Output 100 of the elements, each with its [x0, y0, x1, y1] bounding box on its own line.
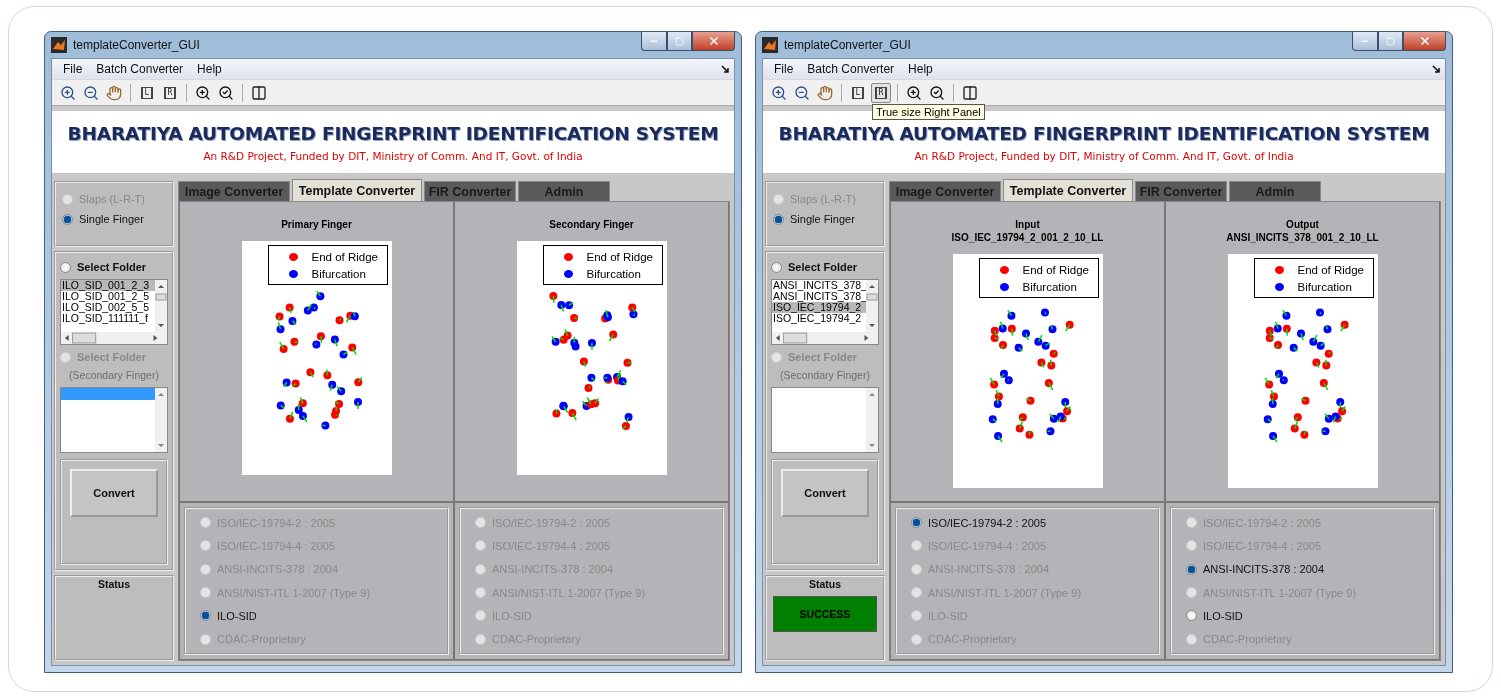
radio-option[interactable]: Single Finger	[773, 213, 877, 225]
dock-arrow-icon[interactable]	[1432, 64, 1441, 74]
scrollbar-drawing[interactable]	[866, 280, 878, 332]
scrollbar-drawing[interactable]	[866, 388, 878, 452]
minutia-point	[602, 373, 611, 382]
radio-option[interactable]: Select Folder	[60, 261, 168, 273]
minutia-point	[1323, 413, 1333, 423]
hand-icon	[817, 84, 833, 101]
minutia-point	[623, 358, 632, 367]
minutia-point	[579, 357, 588, 368]
menu-item[interactable]: File	[56, 62, 90, 76]
file-list[interactable]: ILO_SID_001_2_3 ILO_SID_001_2_5 ILO_SID_002_5_5 ILO_SID_111111_f	[60, 279, 168, 345]
radio-indicator-icon[interactable]	[911, 517, 922, 529]
menu-item[interactable]: Help	[190, 62, 229, 76]
dock-arrow-icon[interactable]	[721, 64, 730, 74]
radio-option[interactable]: ANSI-INCITS-378 : 2004	[1186, 563, 1433, 576]
scrollbar-drawing[interactable]	[155, 388, 167, 452]
convert-button[interactable]: Convert	[781, 469, 869, 517]
radio-option[interactable]: Single Finger	[62, 213, 166, 225]
plot-title: Input	[1015, 218, 1040, 231]
minutia-point	[627, 303, 636, 313]
minutia-point	[1025, 396, 1034, 405]
minutia-point	[1045, 427, 1054, 436]
plot-title: Primary Finger	[281, 218, 352, 231]
true-size-button[interactable]: L	[848, 82, 868, 103]
minimize-button[interactable]	[641, 32, 667, 51]
radio-indicator-icon[interactable]	[1186, 610, 1197, 622]
minutia-point	[558, 335, 568, 344]
maximize-button[interactable]	[667, 32, 692, 51]
radio-indicator-icon[interactable]	[60, 261, 71, 273]
radio-indicator-icon[interactable]	[62, 213, 73, 225]
tab[interactable]: Template Converter	[1003, 179, 1133, 201]
minutia-point	[1036, 358, 1045, 369]
tooltip: True size Right Panel	[872, 103, 985, 120]
minutia-point	[1316, 341, 1325, 350]
minutia-point	[331, 405, 340, 415]
minutia-point	[291, 379, 300, 388]
minutia-point	[282, 378, 291, 388]
true-size-button[interactable]: R	[160, 82, 180, 103]
banner-title: BHARATIYA AUTOMATED FINGERPRINT IDENTIFICATION SYSTEM	[67, 122, 719, 144]
app-logo-icon	[762, 37, 778, 53]
minutia-point	[303, 303, 312, 315]
menu-item[interactable]: Batch Converter	[89, 62, 191, 76]
menu-item[interactable]: Batch Converter	[800, 62, 902, 76]
minutia-point	[276, 401, 285, 410]
minutia-point	[1049, 349, 1058, 358]
minutia-point	[1335, 398, 1344, 410]
file-list-item[interactable]: ILO_SID_001_2_3	[61, 280, 155, 291]
minutia-point	[1319, 378, 1328, 391]
convert-button[interactable]: Convert	[70, 469, 158, 517]
minutia-point	[988, 415, 997, 424]
secondary-file-list[interactable]	[771, 387, 879, 453]
minutia-point	[551, 408, 560, 418]
true-size-button[interactable]: L	[137, 82, 157, 103]
secondary-file-list[interactable]	[60, 387, 168, 453]
minutia-point	[1273, 341, 1282, 350]
minutia-point	[335, 385, 345, 396]
minutia-point	[567, 409, 577, 421]
minutia-point	[311, 340, 320, 349]
plot-title: Secondary Finger	[549, 218, 634, 231]
legend-label: End of Ridge	[586, 250, 653, 263]
legend-label: End of Ridge	[1297, 263, 1364, 276]
minutia-point	[322, 368, 331, 380]
minutia-point	[1263, 415, 1272, 424]
maximize-button[interactable]	[1378, 32, 1403, 51]
radio-option[interactable]: ISO/IEC-19794-2 : 2005	[911, 516, 1158, 529]
radio-option[interactable]: Select Folder	[771, 261, 879, 273]
close-button[interactable]	[692, 32, 735, 51]
magnifier-icon	[218, 84, 234, 101]
minutia-point	[1021, 329, 1030, 341]
minutia-point	[330, 335, 339, 348]
radio-indicator-icon[interactable]	[773, 213, 784, 225]
minimize-button[interactable]	[1352, 32, 1378, 51]
file-list-item[interactable]: ISO_IEC_19794_2	[772, 302, 866, 313]
magnifier-icon	[929, 84, 945, 101]
radio-indicator-icon[interactable]	[771, 261, 782, 273]
minutia-point	[1274, 369, 1283, 379]
legend-label: End of Ridge	[1022, 263, 1089, 276]
minutia-point	[1041, 341, 1050, 350]
scrollbar-drawing[interactable]	[772, 332, 878, 344]
minutia-point	[990, 326, 999, 337]
banner-subtitle: An R&D Project, Funded by DIT, Ministry of Comm. And IT, Govt. of India	[914, 149, 1294, 162]
tab[interactable]: Template Converter	[292, 179, 422, 201]
panels-icon	[962, 84, 978, 101]
menu-item[interactable]: File	[767, 62, 801, 76]
close-button[interactable]	[1403, 32, 1446, 51]
minutia-point	[628, 310, 637, 319]
zoom-out-icon	[794, 84, 810, 101]
menu-item[interactable]: Help	[901, 62, 940, 76]
legend-label: Bifurcation	[1022, 280, 1077, 293]
scrollbar-drawing[interactable]	[61, 332, 167, 344]
radio-option[interactable]: ILO-SID	[1186, 609, 1433, 622]
zoom-out-icon	[83, 84, 99, 101]
minutia-point	[1006, 309, 1015, 320]
minutia-point	[1308, 334, 1318, 346]
scrollbar-drawing[interactable]	[155, 280, 167, 332]
radio-indicator-icon[interactable]	[1186, 563, 1197, 575]
radio-indicator-icon[interactable]	[200, 610, 211, 622]
minutia-point	[1279, 376, 1288, 385]
radio-option[interactable]: ILO-SID	[200, 609, 447, 622]
